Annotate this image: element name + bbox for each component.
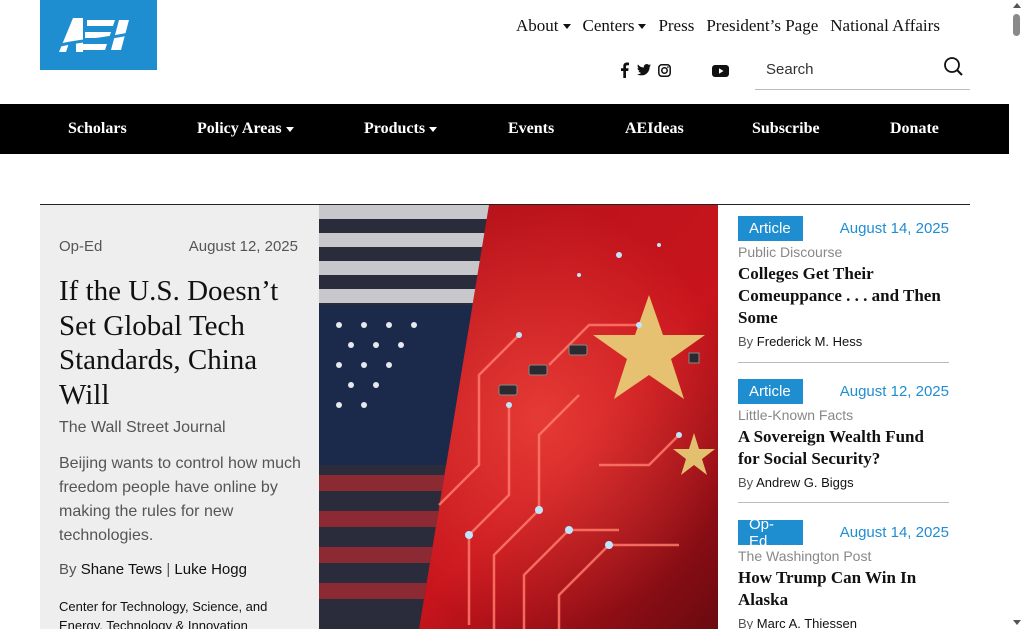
facebook-icon[interactable]	[617, 62, 631, 78]
chevron-down-icon	[429, 126, 438, 132]
nav-products[interactable]: Products	[364, 104, 438, 154]
scrollbar-thumb[interactable]	[1013, 14, 1020, 36]
social-links	[617, 62, 671, 78]
featured-image[interactable]	[319, 205, 718, 629]
article-byline: By Frederick M. Hess	[738, 334, 949, 349]
nav-subscribe[interactable]: Subscribe	[752, 104, 820, 154]
byline-prefix: By	[59, 561, 77, 578]
author-link-luke-hogg[interactable]: Luke Hogg	[174, 561, 247, 578]
featured-byline: By Shane Tews | Luke Hogg	[59, 561, 247, 578]
topnav-about-label: About	[516, 16, 559, 35]
nav-products-label: Products	[364, 120, 426, 137]
featured-title[interactable]: If the U.S. Doesn’t Set Global Tech Stan…	[59, 274, 304, 412]
nav-scholars[interactable]: Scholars	[68, 104, 127, 154]
topnav-about[interactable]: About	[516, 16, 571, 36]
us-china-circuit-illustration	[319, 205, 718, 629]
topnav-press[interactable]: Press	[658, 16, 694, 36]
nav-events[interactable]: Events	[508, 104, 554, 154]
instagram-icon[interactable]	[657, 62, 671, 78]
top-navigation: About Centers Press President’s Page Nat…	[516, 16, 940, 36]
author-separator: |	[166, 561, 171, 578]
topnav-centers-label: Centers	[582, 16, 635, 35]
article-byline: By Marc A. Thiessen	[738, 616, 949, 629]
twitter-icon[interactable]	[637, 62, 651, 78]
featured-article: Op-Ed August 12, 2025 If the U.S. Doesn’…	[40, 205, 319, 629]
topnav-presidents-page[interactable]: President’s Page	[706, 16, 818, 36]
topnav-national-affairs[interactable]: National Affairs	[830, 16, 940, 36]
byline-prefix: By	[738, 334, 754, 349]
article-category: The Washington Post	[738, 548, 872, 564]
article-divider	[738, 502, 949, 503]
article-type-badge: Op-Ed	[738, 516, 803, 550]
author-link-shane-tews[interactable]: Shane Tews	[81, 561, 162, 578]
chevron-down-icon	[285, 126, 294, 132]
main-navigation: Scholars Policy Areas Products Events AE…	[0, 104, 1009, 154]
article-title[interactable]: How Trump Can Win In Alaska	[738, 567, 949, 611]
article-title[interactable]: Colleges Get Their Comeuppance . . . and…	[738, 263, 949, 329]
featured-topics[interactable]: Center for Technology, Science, and Ener…	[59, 597, 289, 629]
chevron-down-icon	[638, 23, 647, 29]
featured-meta: Op-Ed August 12, 2025	[59, 238, 298, 255]
article-type-badge: Article	[738, 379, 803, 404]
featured-description: Beijing wants to control how much freedo…	[59, 455, 301, 544]
author-link[interactable]: Andrew G. Biggs	[756, 475, 854, 490]
article-category: Public Discourse	[738, 244, 843, 260]
nav-aeideas[interactable]: AEIdeas	[625, 104, 684, 154]
site-header: About Centers Press President’s Page Nat…	[0, 0, 1009, 104]
article-title[interactable]: A Sovereign Wealth Fund for Social Secur…	[738, 426, 949, 470]
aei-logo-mark	[56, 18, 137, 52]
featured-source: The Wall Street Journal	[59, 419, 226, 436]
article-date: August 14, 2025	[839, 220, 949, 237]
article-card: Op-Ed August 14, 2025 The Washington Pos…	[738, 516, 949, 629]
article-divider	[738, 362, 949, 363]
nav-donate[interactable]: Donate	[890, 104, 939, 154]
nav-policy-areas[interactable]: Policy Areas	[197, 104, 294, 154]
article-card: Article August 12, 2025 Little-Known Fac…	[738, 379, 949, 503]
search-box	[755, 50, 970, 90]
article-byline: By Andrew G. Biggs	[738, 475, 949, 490]
scroll-down-arrow-icon[interactable]	[1013, 620, 1021, 625]
article-card: Article August 14, 2025 Public Discourse…	[738, 216, 949, 363]
article-type-badge: Article	[738, 216, 803, 241]
article-date: August 14, 2025	[839, 524, 949, 541]
topnav-centers[interactable]: Centers	[583, 16, 647, 36]
author-link[interactable]: Marc A. Thiessen	[757, 616, 857, 629]
article-date: August 12, 2025	[839, 383, 949, 400]
nav-policy-areas-label: Policy Areas	[197, 120, 282, 137]
search-input[interactable]	[755, 50, 935, 88]
byline-prefix: By	[738, 616, 754, 629]
youtube-icon[interactable]	[711, 63, 729, 79]
page-scrollbar[interactable]	[1009, 0, 1024, 629]
author-link[interactable]: Frederick M. Hess	[757, 334, 862, 349]
byline-prefix: By	[738, 475, 754, 490]
search-icon[interactable]	[942, 56, 964, 78]
featured-date: August 12, 2025	[188, 238, 298, 255]
scroll-up-arrow-icon[interactable]	[1013, 3, 1021, 8]
article-category: Little-Known Facts	[738, 407, 854, 423]
featured-type: Op-Ed	[59, 238, 103, 255]
chevron-down-icon	[562, 23, 571, 29]
aei-logo[interactable]	[40, 0, 157, 70]
